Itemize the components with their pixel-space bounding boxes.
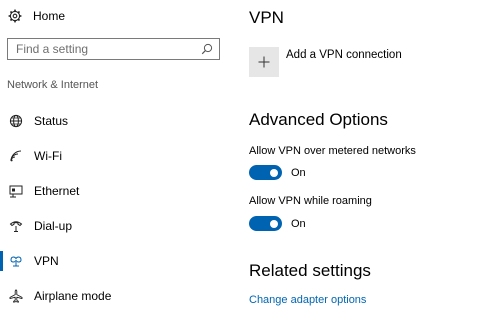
ethernet-icon — [9, 184, 23, 198]
sidebar-item-dialup[interactable]: Dial-up — [0, 211, 236, 241]
active-indicator — [0, 251, 3, 271]
home-nav-item[interactable]: Home — [8, 6, 65, 26]
change-adapter-options-link[interactable]: Change adapter options — [249, 294, 366, 306]
sidebar-item-vpn[interactable]: VPN — [0, 246, 236, 276]
page-title: VPN — [249, 8, 284, 27]
metered-toggle-state: On — [291, 166, 306, 179]
metered-toggle-row: On — [249, 165, 306, 180]
sidebar: Home Network & Internet S — [0, 0, 236, 323]
sidebar-item-wifi[interactable]: Wi-Fi — [0, 141, 236, 171]
metered-toggle[interactable] — [249, 165, 282, 180]
sidebar-item-status[interactable]: Status — [0, 106, 236, 136]
roaming-option-label: Allow VPN while roaming — [249, 195, 372, 207]
main-content: VPN Add a VPN connection Advanced Option… — [249, 0, 494, 323]
toggle-knob — [270, 219, 278, 228]
roaming-toggle-row: On — [249, 216, 306, 231]
sidebar-item-label: Wi-Fi — [34, 149, 62, 163]
add-vpn-label: Add a VPN connection — [286, 49, 402, 61]
sidebar-item-ethernet[interactable]: Ethernet — [0, 176, 236, 206]
wifi-icon — [9, 149, 23, 163]
globe-icon — [9, 114, 23, 128]
plus-icon[interactable] — [249, 47, 279, 77]
roaming-toggle[interactable] — [249, 216, 282, 231]
airplane-icon — [9, 289, 23, 303]
section-label: Network & Internet — [7, 79, 99, 91]
toggle-knob — [270, 168, 278, 177]
gear-icon — [8, 9, 22, 23]
sidebar-item-label: VPN — [34, 254, 59, 268]
sidebar-item-airplane-mode[interactable]: Airplane mode — [0, 281, 236, 311]
add-vpn-connection-button[interactable]: Add a VPN connection — [249, 44, 402, 77]
sidebar-item-label: Airplane mode — [34, 289, 112, 303]
roaming-toggle-state: On — [291, 217, 306, 230]
settings-window: Home Network & Internet S — [0, 0, 498, 323]
sidebar-item-label: Dial-up — [34, 219, 73, 233]
home-label: Home — [33, 9, 66, 23]
advanced-options-heading: Advanced Options — [249, 110, 388, 129]
sidebar-item-label: Status — [34, 114, 69, 128]
metered-option-label: Allow VPN over metered networks — [249, 145, 416, 157]
related-settings-heading: Related settings — [249, 261, 371, 280]
dialup-icon — [9, 219, 23, 233]
search-icon[interactable] — [201, 43, 213, 55]
search-input[interactable] — [16, 40, 201, 58]
vpn-icon — [9, 254, 23, 268]
sidebar-item-label: Ethernet — [34, 184, 80, 198]
search-box[interactable] — [7, 38, 220, 60]
